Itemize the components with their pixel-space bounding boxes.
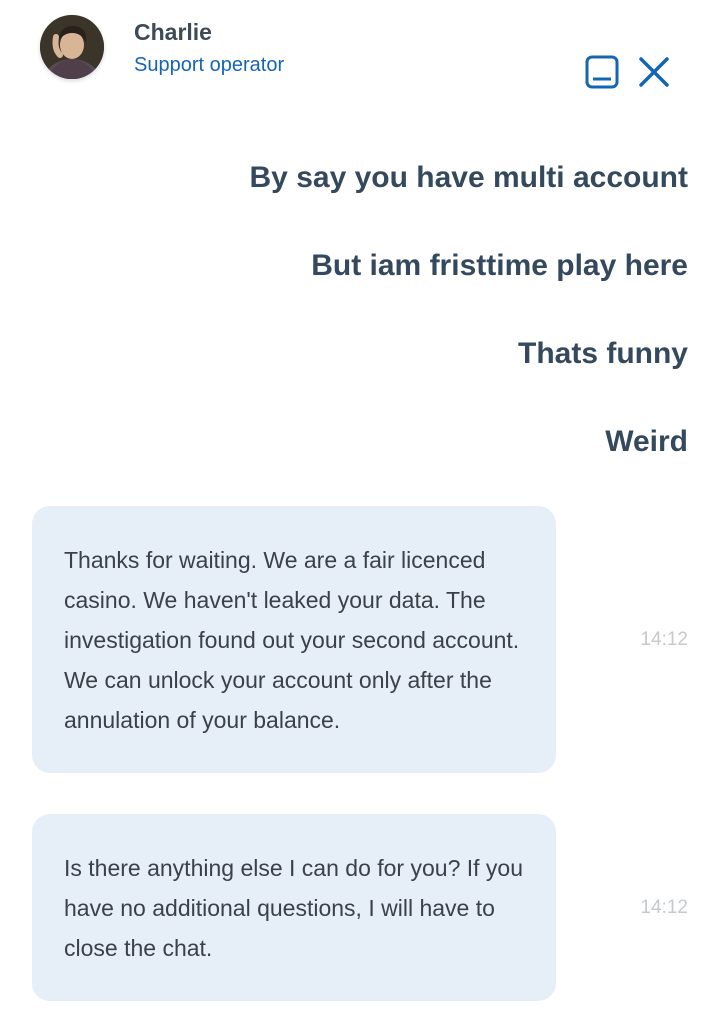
user-message: By say you have multi account [249, 161, 688, 194]
operator-message-bubble: Is there anything else I can do for you?… [32, 814, 556, 1001]
chat-header: Charlie Support operator [0, 0, 720, 110]
operator-avatar [40, 15, 104, 79]
minimize-button[interactable] [584, 54, 620, 90]
close-button[interactable] [636, 54, 672, 90]
user-message: But iam fristtime play here [311, 249, 688, 282]
operator-name: Charlie [134, 19, 212, 45]
message-timestamp: 14:12 [640, 897, 688, 918]
minimize-icon [585, 55, 619, 89]
operator-message-bubble: Thanks for waiting. We are a fair licenc… [32, 506, 556, 773]
close-icon [639, 57, 669, 87]
user-message: Weird [605, 425, 688, 458]
operator-role: Support operator [134, 54, 285, 76]
message-timestamp: 14:12 [640, 629, 688, 650]
operator-message-text: Is there anything else I can do for you?… [64, 855, 524, 961]
operator-message-text: Thanks for waiting. We are a fair licenc… [64, 547, 520, 733]
user-message: Thats funny [518, 337, 688, 370]
